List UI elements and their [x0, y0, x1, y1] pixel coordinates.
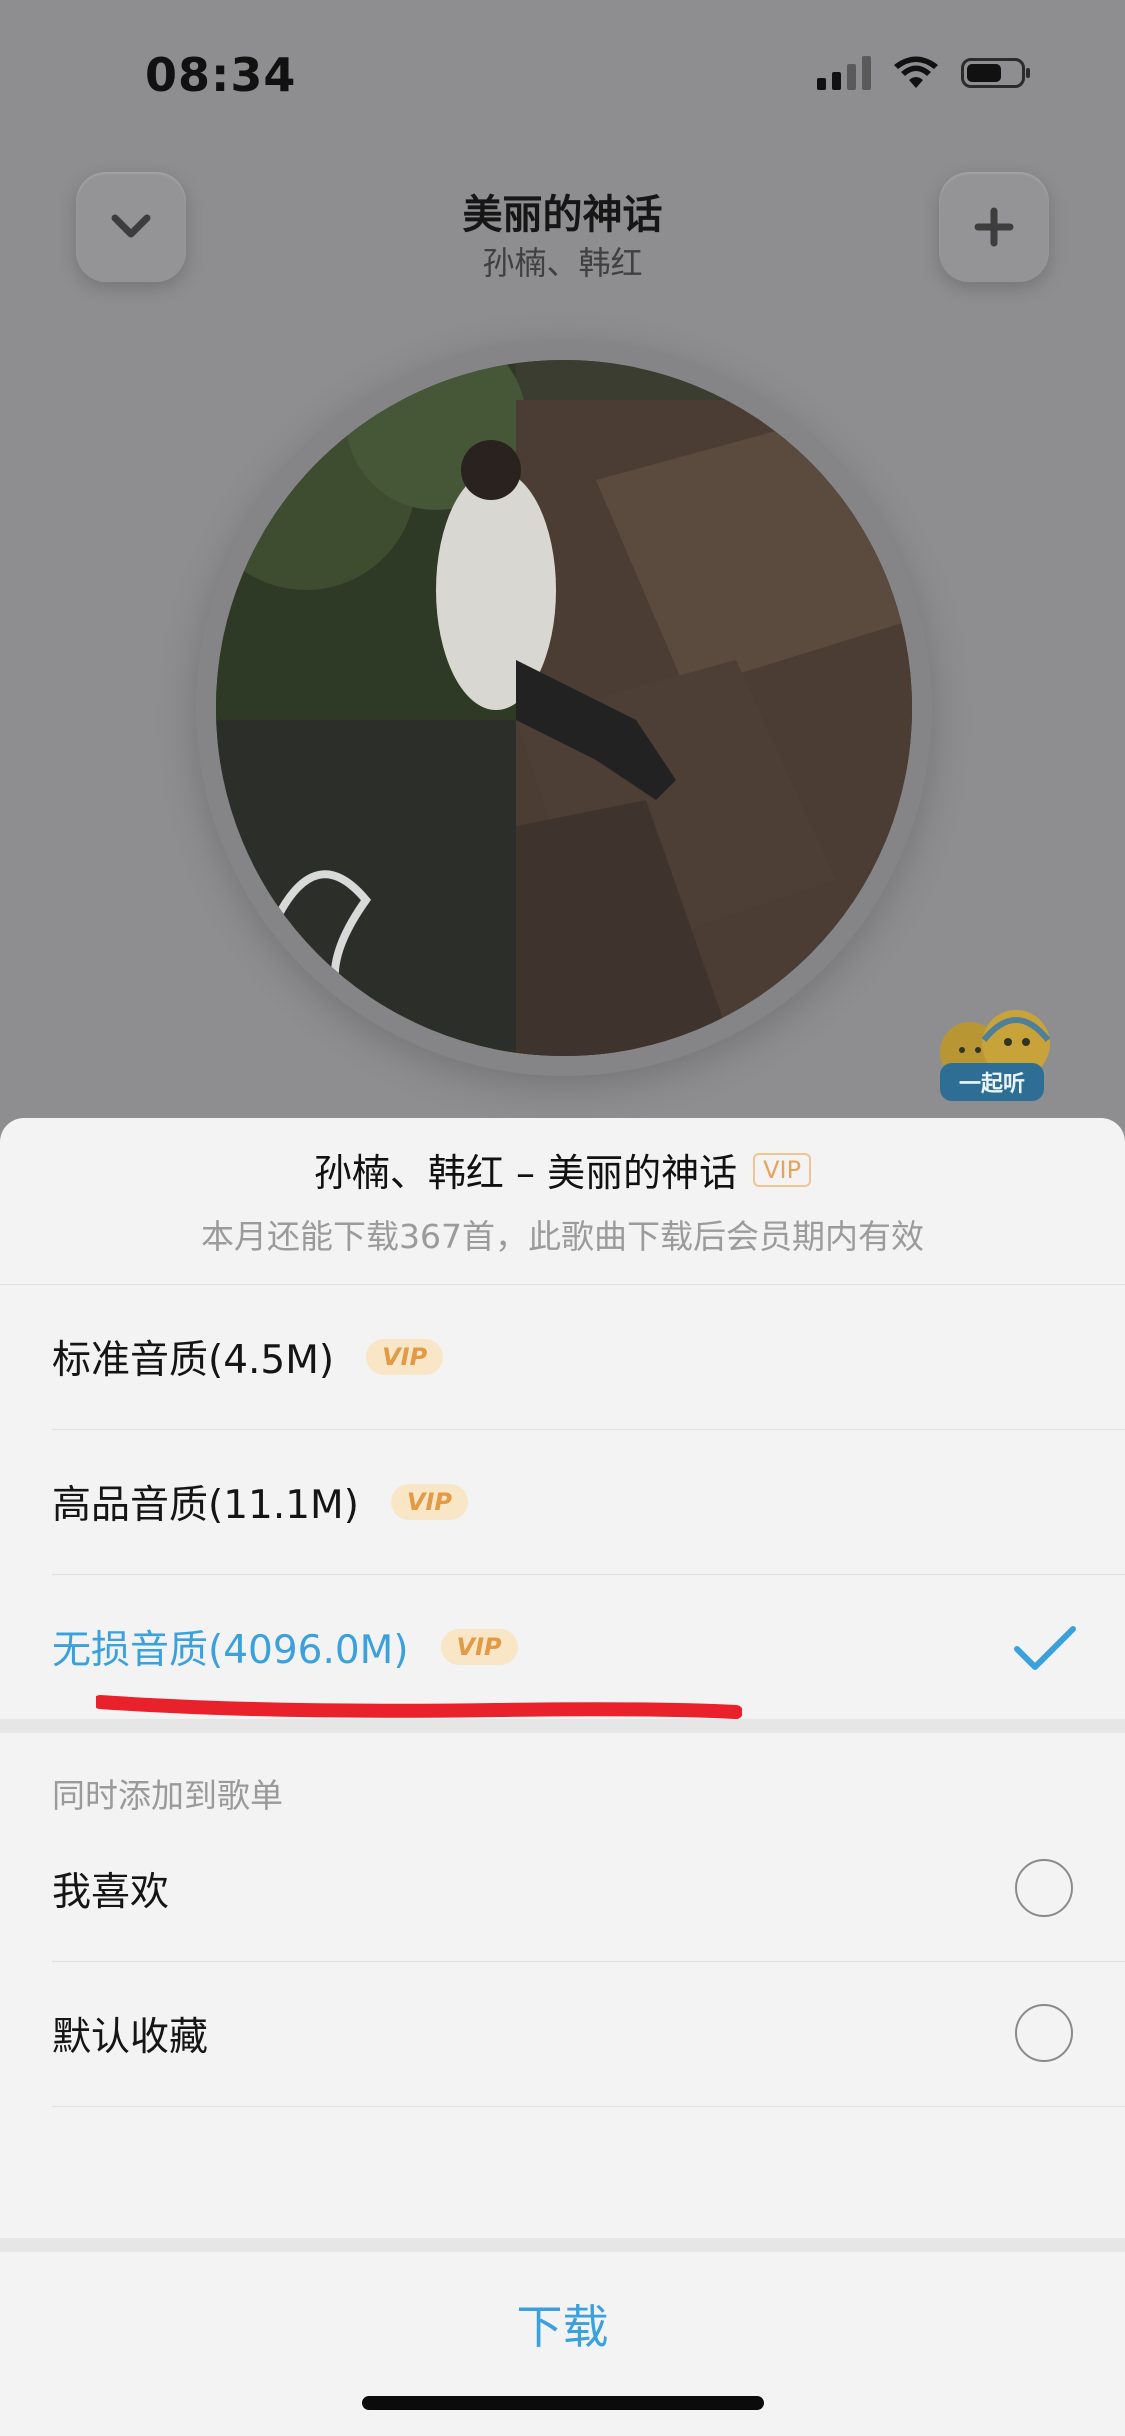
wifi-icon [894, 56, 938, 88]
player-background: 08:34 美丽的神话 孙楠、韩红 一起听 [0, 0, 1125, 1130]
section-divider [0, 1719, 1125, 1733]
quality-option-high[interactable]: 高品音质(11.1M) VIP [52, 1430, 1125, 1575]
sheet-header: 孙楠、韩红 – 美丽的神话 VIP 本月还能下载367首，此歌曲下载后会员期内有… [0, 1118, 1125, 1285]
listen-together-label[interactable]: 一起听 [940, 1063, 1044, 1101]
footer-divider [0, 2238, 1125, 2252]
home-indicator[interactable] [362, 2396, 764, 2410]
playlist-option-default[interactable]: 默认收藏 [52, 1962, 1125, 2107]
status-time: 08:34 [145, 48, 297, 102]
vip-badge: VIP [753, 1152, 812, 1187]
radio-unchecked-icon[interactable] [1015, 2004, 1073, 2062]
radio-unchecked-icon[interactable] [1015, 1859, 1073, 1917]
battery-icon [961, 58, 1030, 88]
album-cover[interactable] [216, 360, 912, 1056]
playlist-label: 默认收藏 [52, 2015, 209, 2060]
add-button[interactable] [939, 172, 1049, 282]
playlist-option-favorites[interactable]: 我喜欢 [52, 1817, 1125, 1962]
quality-label: 高品音质(11.1M) [52, 1483, 359, 1528]
sheet-subtitle: 本月还能下载367首，此歌曲下载后会员期内有效 [201, 1217, 924, 1256]
quality-label: 标准音质(4.5M) [52, 1338, 335, 1383]
red-underline-annotation [96, 1695, 742, 1719]
vip-badge: VIP [440, 1629, 518, 1665]
vip-badge: VIP [390, 1484, 469, 1520]
album-art-image [216, 360, 912, 1056]
plus-icon [974, 207, 1014, 247]
download-sheet: 孙楠、韩红 – 美丽的神话 VIP 本月还能下载367首，此歌曲下载后会员期内有… [0, 1118, 1125, 2436]
playlist-label: 我喜欢 [52, 1870, 170, 1915]
quality-option-standard[interactable]: 标准音质(4.5M) VIP [52, 1285, 1125, 1430]
quality-label: 无损音质(4096.0M) [52, 1628, 409, 1673]
sheet-title: 孙楠、韩红 – 美丽的神话 [313, 1151, 738, 1195]
signal-icon [817, 56, 871, 90]
checkmark-icon [1014, 1626, 1076, 1670]
vip-badge: VIP [366, 1339, 444, 1375]
status-icons [817, 56, 1030, 90]
playlist-section-label: 同时添加到歌单 [52, 1776, 283, 1815]
